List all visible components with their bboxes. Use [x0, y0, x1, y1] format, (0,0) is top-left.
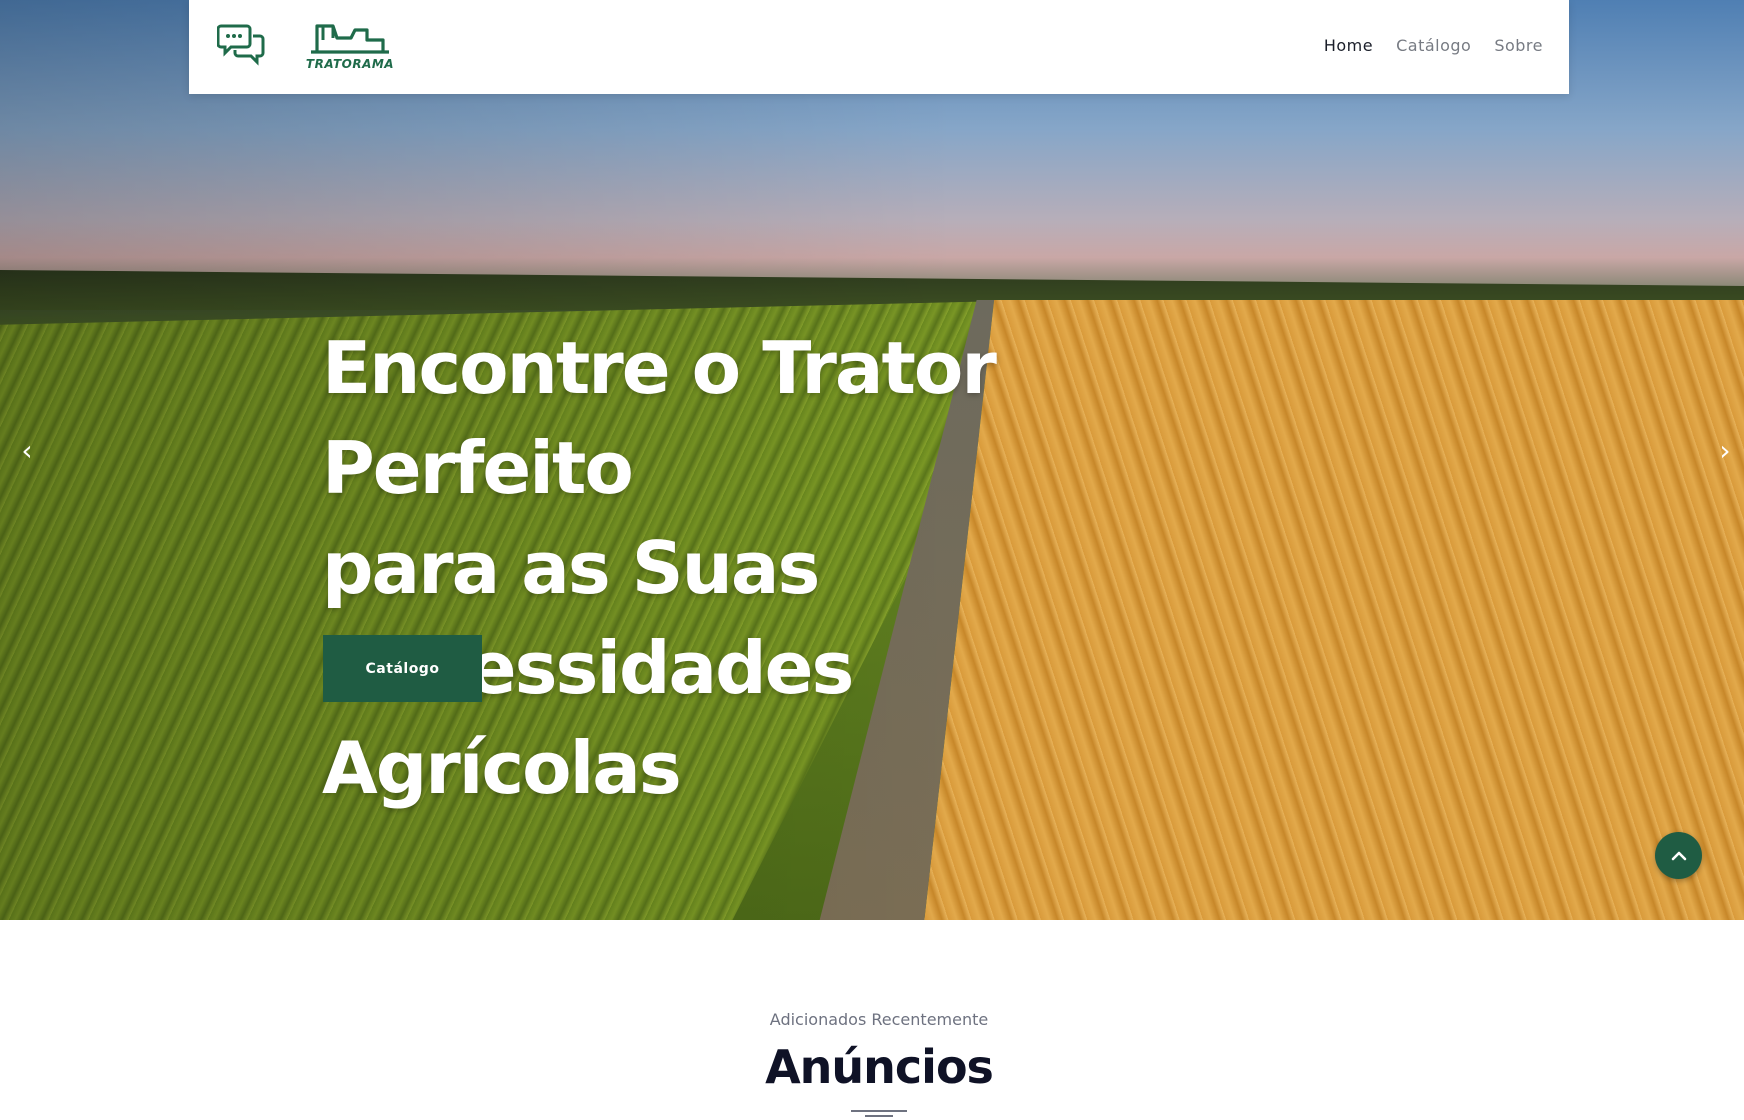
- scroll-to-top-button[interactable]: [1655, 832, 1702, 879]
- brand-logo[interactable]: TRATORAMA: [305, 22, 395, 72]
- hero-carousel: Encontre o Trator Perfeito para as Suas …: [0, 0, 1744, 920]
- section-subtitle: Adicionados Recentemente: [769, 1010, 989, 1029]
- hero-title: Encontre o Trator Perfeito para as Suas …: [322, 318, 1322, 818]
- nav-link-catalogo[interactable]: Catálogo: [1396, 36, 1471, 55]
- chat-bubbles-icon[interactable]: [216, 22, 267, 70]
- section-divider: [851, 1110, 907, 1117]
- chevron-up-icon: [1671, 851, 1686, 860]
- carousel-next-arrow[interactable]: ›: [1710, 430, 1740, 470]
- catalog-button[interactable]: Catálogo: [323, 635, 482, 702]
- nav-link-home[interactable]: Home: [1324, 36, 1373, 55]
- divider-line: [851, 1110, 907, 1112]
- carousel-prev-arrow[interactable]: ‹: [12, 430, 42, 470]
- divider-line-short: [865, 1115, 893, 1117]
- brand-name: TRATORAMA: [305, 57, 395, 71]
- hero-title-line: Encontre o Trator Perfeito: [322, 326, 997, 510]
- nav-link-sobre[interactable]: Sobre: [1494, 36, 1543, 55]
- hero-title-line: Agrícolas: [322, 726, 682, 810]
- navbar: TRATORAMA Home Catálogo Sobre: [189, 0, 1569, 94]
- tractor-icon: [311, 24, 389, 54]
- main-nav: Home Catálogo Sobre: [1324, 36, 1543, 55]
- section-title: Anúncios: [765, 1040, 994, 1094]
